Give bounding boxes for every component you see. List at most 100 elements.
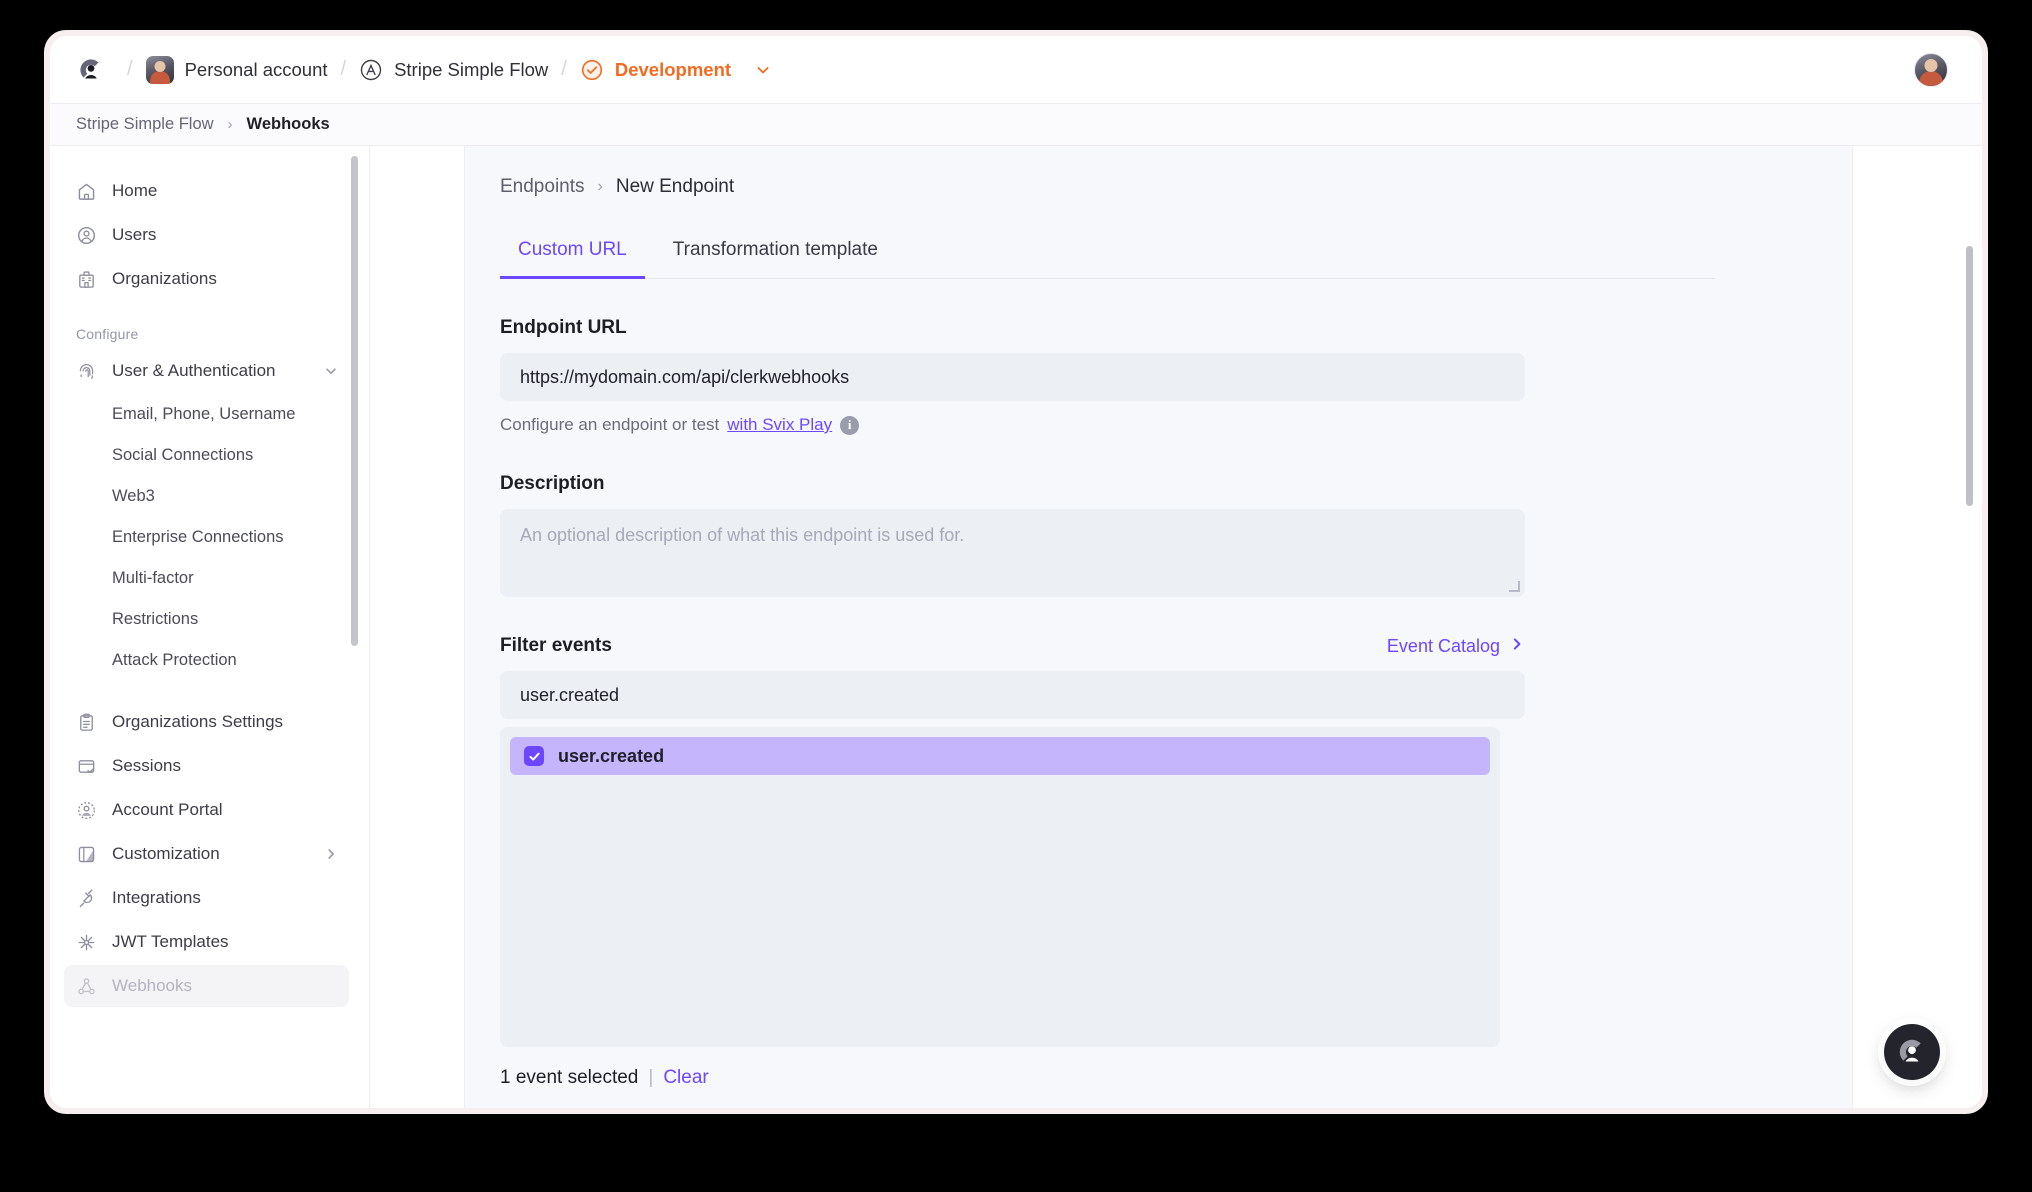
breadcrumb-arrow-icon: › <box>597 178 603 195</box>
application-breadcrumb[interactable]: Stripe Simple Flow <box>359 58 548 82</box>
sidebar-item-restrictions[interactable]: Restrictions <box>64 599 349 639</box>
tab-custom-url[interactable]: Custom URL <box>500 239 645 279</box>
event-catalog-link[interactable]: Event Catalog <box>1387 636 1525 657</box>
top-navigation-bar: / Personal account / Stripe Simple Flow <box>50 36 1982 104</box>
content-right-rail <box>1852 146 1982 1108</box>
sidebar-item-webhooks[interactable]: Webhooks <box>64 965 349 1007</box>
sidebar-item-enterprise-connections[interactable]: Enterprise Connections <box>64 517 349 557</box>
page-title: New Endpoint <box>615 176 735 197</box>
filter-events-header: Filter events Event Catalog <box>500 635 1525 657</box>
sidebar-group-label-configure: Configure <box>76 326 139 342</box>
checkbox-checked-icon[interactable] <box>524 746 544 766</box>
clipboard-icon <box>76 712 97 733</box>
sidebar-item-label: Customization <box>112 844 220 863</box>
sidebar-item-social-connections[interactable]: Social Connections <box>64 435 349 475</box>
sidebar-item-sessions[interactable]: Sessions <box>64 745 349 787</box>
customization-icon <box>76 844 97 865</box>
sidebar-scrollbar[interactable] <box>351 156 358 646</box>
chevron-down-icon <box>754 61 772 79</box>
personal-account-label: Personal account <box>184 58 328 80</box>
sidebar-item-attack-protection[interactable]: Attack Protection <box>64 640 349 680</box>
sidebar-item-label: JWT Templates <box>112 932 229 951</box>
sidebar-subitem-label: Multi-factor <box>112 568 194 587</box>
breadcrumb-app-link[interactable]: Stripe Simple Flow <box>76 115 214 134</box>
filter-events-label: Filter events <box>500 635 612 656</box>
sidebar-item-label: Integrations <box>112 888 201 907</box>
sidebar-item-integrations[interactable]: Integrations <box>64 877 349 919</box>
clerk-logo-icon[interactable] <box>76 55 106 85</box>
sidebar-item-account-portal[interactable]: Account Portal <box>64 789 349 831</box>
fingerprint-icon <box>76 361 97 382</box>
filter-events-search-input[interactable]: user.created <box>500 671 1525 719</box>
application-label: Stripe Simple Flow <box>394 58 549 80</box>
sidebar-item-multi-factor[interactable]: Multi-factor <box>64 558 349 598</box>
event-option-label: user.created <box>558 745 665 766</box>
personal-account-breadcrumb[interactable]: Personal account <box>145 55 328 84</box>
environment-selector[interactable]: Development <box>580 58 772 82</box>
sidebar-item-label: Home <box>112 181 158 200</box>
tab-bar: Custom URL Transformation template <box>500 238 1715 279</box>
selected-count-text: 1 event selected <box>500 1067 639 1088</box>
sidebar-item-jwt-templates[interactable]: JWT Templates <box>64 921 349 963</box>
users-icon <box>76 225 97 246</box>
chevron-down-icon[interactable] <box>323 363 339 379</box>
sidebar-item-user-and-authentication[interactable]: User & Authentication <box>64 350 349 392</box>
breadcrumb: Stripe Simple Flow › Webhooks <box>50 104 1982 146</box>
clear-selection-link[interactable]: Clear <box>663 1067 708 1089</box>
event-catalog-label: Event Catalog <box>1386 636 1500 656</box>
sidebar-subitem-label: Enterprise Connections <box>112 527 284 546</box>
summary-divider: | <box>648 1067 654 1088</box>
selection-summary: 1 event selected | Clear <box>500 1067 1740 1089</box>
sidebar-item-label: Organizations Settings <box>112 712 284 731</box>
main-inner: Endpoints › New Endpoint Custom URL Tran… <box>370 146 1982 1108</box>
main-content: Endpoints › New Endpoint Custom URL Tran… <box>370 146 1982 1108</box>
sidebar-item-organizations-settings[interactable]: Organizations Settings <box>64 701 349 743</box>
description-textarea[interactable]: An optional description of what this end… <box>500 509 1525 597</box>
desktop-background: / Personal account / Stripe Simple Flow <box>0 0 2032 1192</box>
description-label: Description <box>500 473 605 494</box>
sidebar-item-label: Organizations <box>112 269 217 288</box>
application-icon <box>359 58 383 82</box>
content-left-rail <box>370 146 465 1108</box>
clerk-logo-icon[interactable] <box>1884 1024 1940 1080</box>
account-portal-icon <box>76 800 97 821</box>
sidebar-subitem-label: Email, Phone, Username <box>112 404 296 423</box>
sidebar-item-home[interactable]: Home <box>64 170 349 212</box>
list-item[interactable]: user.created <box>510 737 1490 775</box>
event-options-list[interactable]: user.created <box>500 727 1500 1047</box>
main-scrollbar[interactable] <box>1966 246 1973 506</box>
breadcrumb-arrow-icon: › <box>227 116 233 133</box>
sidebar-item-label: Account Portal <box>112 800 223 819</box>
sidebar-item-organizations[interactable]: Organizations <box>64 258 349 300</box>
webhooks-icon <box>76 976 97 997</box>
sidebar-subitem-label: Attack Protection <box>112 650 237 669</box>
check-circle-icon <box>580 58 604 82</box>
profile-avatar-icon[interactable] <box>1914 52 1948 87</box>
endpoint-breadcrumb: Endpoints › New Endpoint <box>500 176 1740 198</box>
environment-label: Development <box>614 58 732 80</box>
sidebar-item-label: Sessions <box>112 756 181 775</box>
user-avatar-icon <box>145 55 174 84</box>
svix-play-link[interactable]: with Svix Play <box>727 415 832 435</box>
chevron-right-icon <box>1509 636 1525 657</box>
breadcrumb-separator: / <box>340 58 347 80</box>
endpoint-form: Endpoints › New Endpoint Custom URL Tran… <box>500 176 1740 1089</box>
organizations-icon <box>76 269 97 290</box>
sidebar-item-web3[interactable]: Web3 <box>64 476 349 516</box>
info-icon[interactable]: i <box>840 415 860 435</box>
endpoint-url-helper: Configure an endpoint or test with Svix … <box>500 415 1740 435</box>
sidebar-item-label: Webhooks <box>112 976 193 995</box>
browser-window-frame: / Personal account / Stripe Simple Flow <box>44 30 1988 1114</box>
sidebar-item-users[interactable]: Users <box>64 214 349 256</box>
helper-prefix-text: Configure an endpoint or test <box>500 415 720 434</box>
sidebar-item-customization[interactable]: Customization <box>64 833 349 875</box>
chevron-right-icon[interactable] <box>323 846 339 862</box>
jwt-icon <box>76 932 97 953</box>
endpoints-link[interactable]: Endpoints <box>500 176 585 198</box>
endpoint-url-input[interactable]: https://mydomain.com/api/clerkwebhooks <box>500 353 1525 401</box>
plug-icon <box>76 888 97 909</box>
tab-transformation-template[interactable]: Transformation template <box>655 239 896 279</box>
sidebar-item-email-phone-username[interactable]: Email, Phone, Username <box>64 394 349 434</box>
sidebar-item-label: User & Authentication <box>112 361 276 380</box>
